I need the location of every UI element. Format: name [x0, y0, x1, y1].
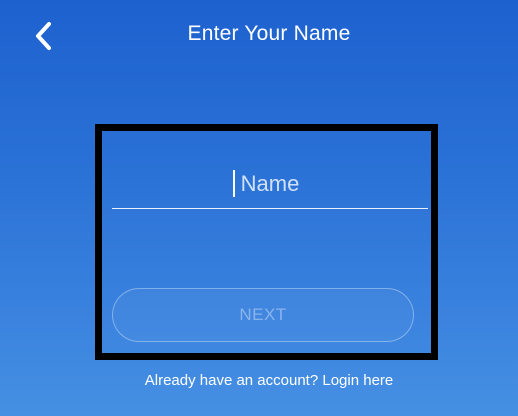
page-title: Enter Your Name [187, 22, 351, 45]
header: Enter Your Name [0, 0, 518, 72]
login-link[interactable]: Already have an account? Login here [0, 372, 518, 389]
text-cursor [233, 170, 235, 197]
name-field[interactable] [112, 160, 428, 210]
next-button-label: NEXT [239, 305, 287, 324]
name-input[interactable] [112, 160, 428, 208]
next-button[interactable]: NEXT [112, 288, 414, 342]
name-field-underline [112, 208, 428, 209]
enter-name-screen: Enter Your Name NEXT Already have an acc… [0, 0, 518, 416]
